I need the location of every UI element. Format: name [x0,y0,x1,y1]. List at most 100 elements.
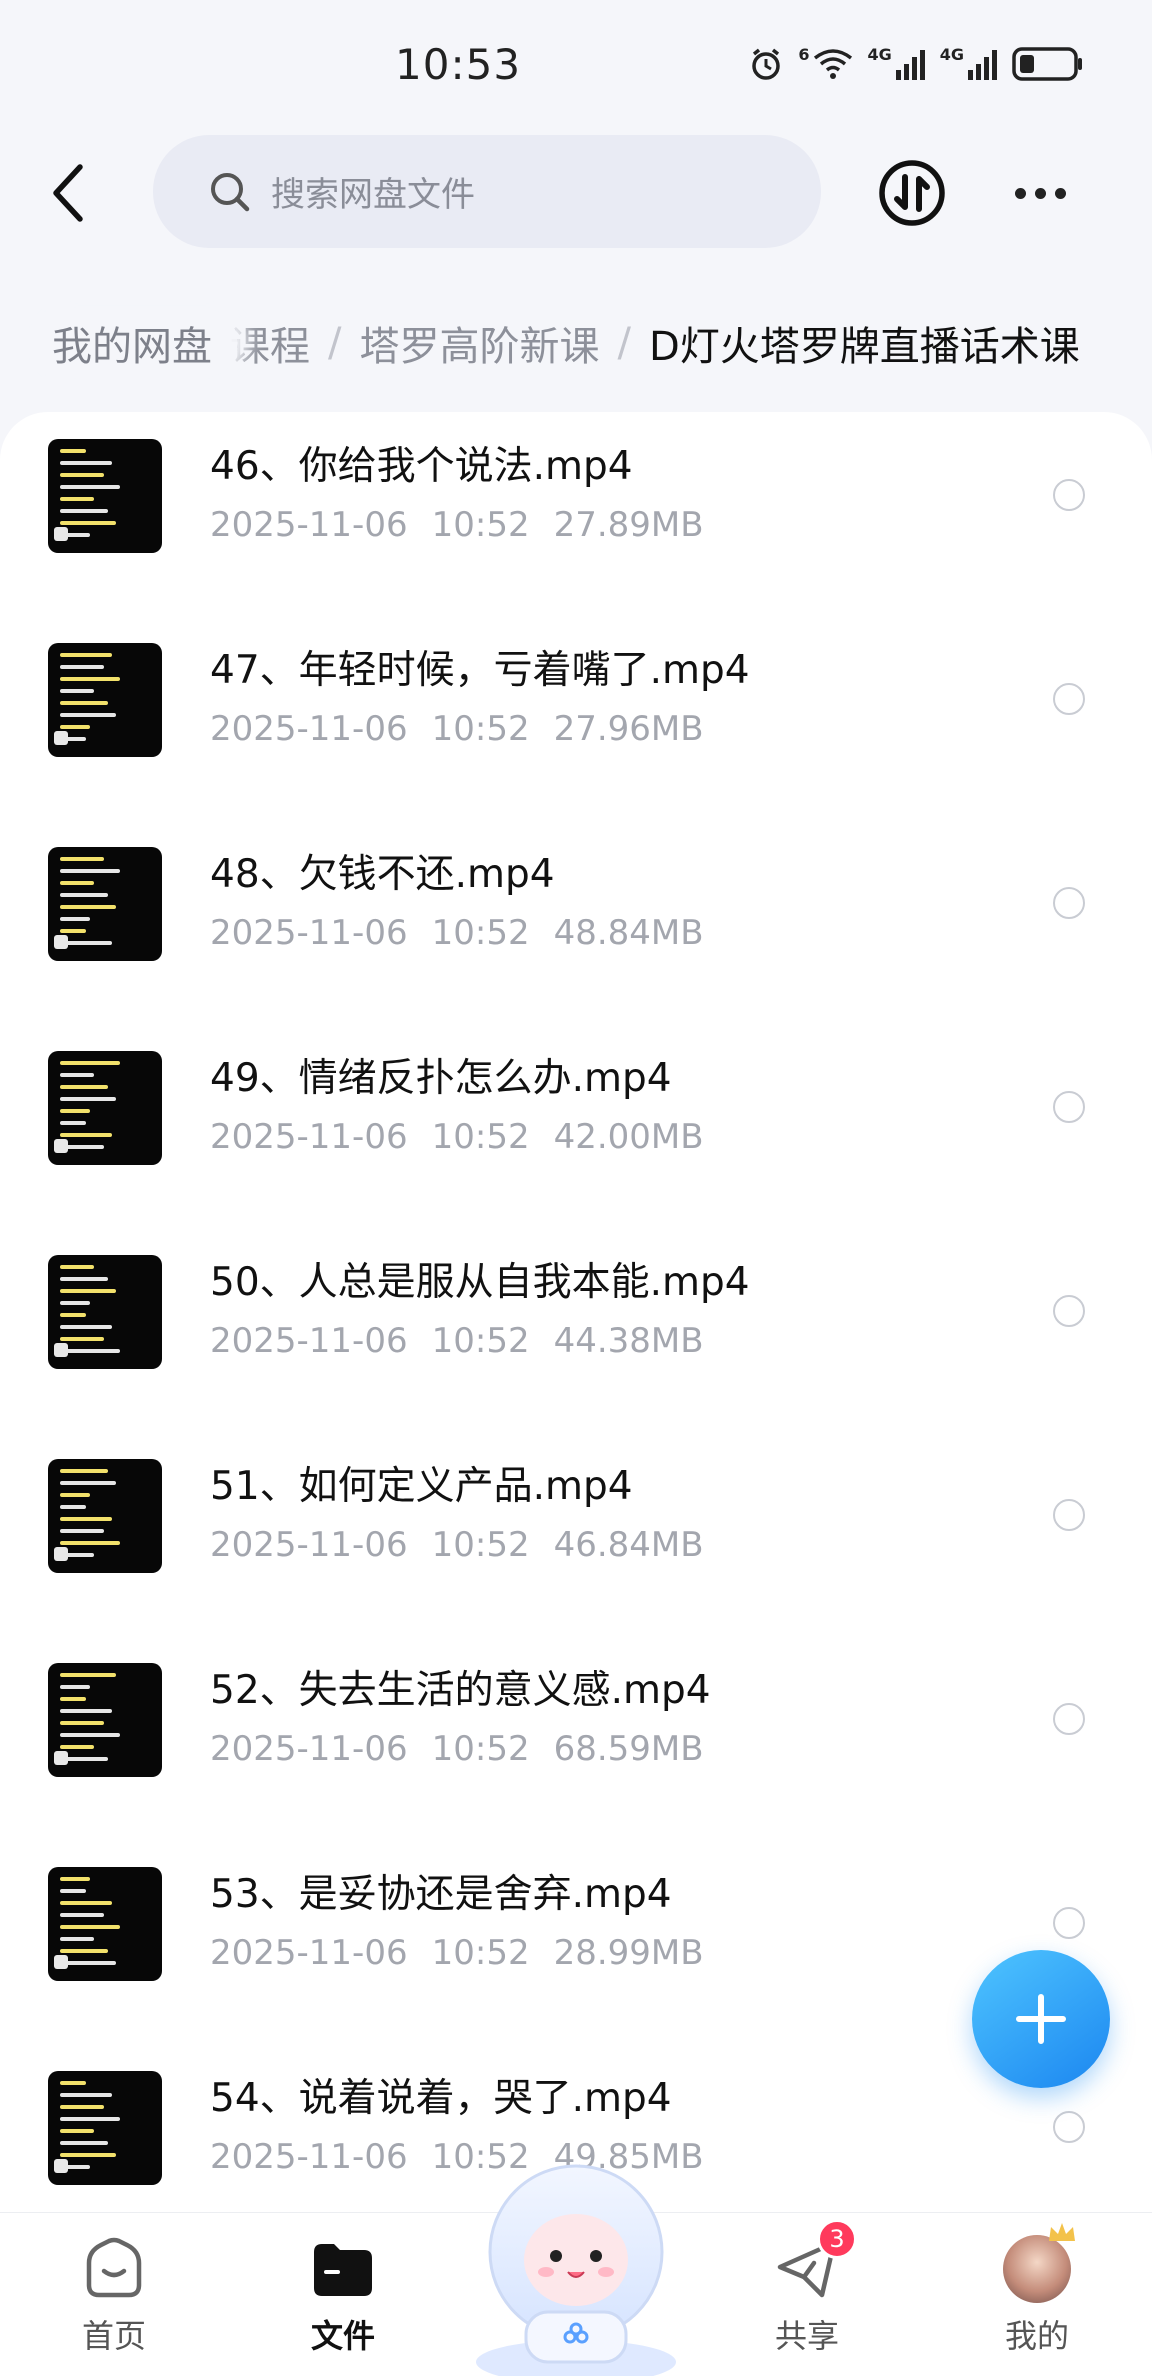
select-checkbox[interactable] [1053,1295,1085,1327]
file-meta: 2025-11-06 10:52 44.38MB [210,1321,704,1361]
file-row[interactable]: 50、人总是服从自我本能.mp4 2025-11-06 10:52 44.38MB [0,1243,1152,1447]
thumbnail-text-line [60,1109,90,1113]
file-size: 46.84MB [553,1525,704,1565]
folder-icon [307,2233,379,2305]
transfer-button[interactable] [877,158,947,228]
thumbnail-text-line [60,1349,120,1353]
video-thumbnail [48,1663,162,1777]
thumbnail-text-line [60,881,94,885]
file-row[interactable]: 48、欠钱不还.mp4 2025-11-06 10:52 48.84MB [0,835,1152,1039]
share-badge: 3 [817,2219,857,2259]
file-name: 48、欠钱不还.mp4 [210,852,555,897]
select-checkbox[interactable] [1053,1907,1085,1939]
thumbnail-dice [54,731,68,745]
file-size: 48.84MB [553,913,704,953]
status-time: 10:53 [395,40,522,89]
more-icon-dot [1014,187,1026,199]
status-bar: 10:53 6 4G 4G [0,0,1152,130]
nav-share[interactable]: 3 共享 [742,2219,872,2357]
nav-label-home: 首页 [81,2317,146,2355]
nav-me[interactable]: 我的 [972,2223,1102,2357]
select-checkbox[interactable] [1053,1091,1085,1123]
network-label-1: 4G [867,44,892,64]
file-meta: 2025-11-06 10:52 42.00MB [210,1117,704,1157]
file-row[interactable]: 47、年轻时候，亏着嘴了.mp4 2025-11-06 10:52 27.96MB [0,631,1152,835]
thumbnail-text-line [60,2081,86,2085]
nav-home[interactable]: 首页 [49,2233,179,2357]
share-plane-icon: 3 [771,2219,857,2305]
thumbnail-text-line [60,689,94,693]
file-name: 52、失去生活的意义感.mp4 [210,1668,711,1713]
thumbnail-text-line [60,1709,112,1713]
video-thumbnail [48,439,162,553]
status-icons: 6 4G 4G [748,44,1084,82]
thumbnail-text-line [60,1937,94,1941]
breadcrumb-item-middle[interactable]: 塔罗高阶新课 [359,314,599,372]
nav-files[interactable]: 文件 [278,2233,408,2357]
thumbnail-text-line [60,1301,90,1305]
file-time: 10:52 [431,1525,530,1565]
file-row[interactable]: 52、失去生活的意义感.mp4 2025-11-06 10:52 68.59MB [0,1651,1152,1855]
thumbnail-text-line [60,2105,104,2109]
thumbnail-text-line [60,1493,90,1497]
more-button[interactable] [1005,158,1075,228]
thumbnail-text-line [60,1529,104,1533]
breadcrumb-current: D灯火塔罗牌直播话术课 [648,324,1080,370]
thumbnail-dice [54,1751,68,1765]
file-meta: 2025-11-06 10:52 46.84MB [210,1525,704,1565]
select-checkbox[interactable] [1053,1703,1085,1735]
thumbnail-text-line [60,725,90,729]
select-checkbox[interactable] [1053,2111,1085,2143]
thumbnail-text-line [60,2141,108,2145]
file-date: 2025-11-06 [210,913,408,953]
thumbnail-text-line [60,1889,86,1893]
file-meta: 2025-11-06 10:52 27.89MB [210,505,704,545]
file-row[interactable]: 51、如何定义产品.mp4 2025-11-06 10:52 46.84MB [0,1447,1152,1651]
file-date: 2025-11-06 [210,2137,408,2177]
file-meta: 2025-11-06 10:52 48.84MB [210,913,704,953]
file-name: 51、如何定义产品.mp4 [210,1464,633,1509]
select-checkbox[interactable] [1053,683,1085,715]
search-input[interactable]: 搜索网盘文件 [153,135,821,248]
thumbnail-text-line [60,1289,116,1293]
wifi-label: 6 [798,44,810,64]
file-meta: 2025-11-06 10:52 27.96MB [210,709,704,749]
select-checkbox[interactable] [1053,479,1085,511]
file-time: 10:52 [431,913,530,953]
file-time: 10:52 [431,505,530,545]
breadcrumb-root[interactable]: 我的网盘 [26,308,238,378]
thumbnail-text-line [60,1901,112,1905]
thumbnail-text-line [60,1073,94,1077]
network-label-2: 4G [939,44,964,64]
file-date: 2025-11-06 [210,1729,408,1769]
add-button[interactable] [972,1950,1110,2088]
thumbnail-text-line [60,1733,120,1737]
mascot-icon[interactable] [466,2152,686,2376]
thumbnail-text-line [60,653,112,657]
file-row[interactable]: 46、你给我个说法.mp4 2025-11-06 10:52 27.89MB [0,427,1152,631]
thumbnail-text-line [60,1085,108,1089]
select-checkbox[interactable] [1053,1499,1085,1531]
file-size: 68.59MB [553,1729,704,1769]
breadcrumb-trail: 课程 / 塔罗高阶新课 / D灯火塔罗牌直播话术课 [230,314,1080,372]
thumbnail-text-line [60,1517,112,1521]
back-button[interactable] [40,158,96,228]
breadcrumb-item-course[interactable]: 课程 [230,314,310,372]
alarm-icon [748,46,784,82]
thumbnail-text-line [60,1313,86,1317]
thumbnail-dice [54,1139,68,1153]
select-checkbox[interactable] [1053,887,1085,919]
thumbnail-text-line [60,1097,116,1101]
transfer-icon [879,160,945,226]
thumbnail-text-line [60,1469,108,1473]
file-name: 50、人总是服从自我本能.mp4 [210,1260,750,1305]
video-thumbnail [48,1255,162,1369]
file-name: 46、你给我个说法.mp4 [210,444,633,489]
more-icon-dot [1054,187,1066,199]
thumbnail-text-line [60,1277,108,1281]
file-row[interactable]: 49、情绪反扑怎么办.mp4 2025-11-06 10:52 42.00MB [0,1039,1152,1243]
crown-icon [1049,2223,1075,2241]
file-date: 2025-11-06 [210,1321,408,1361]
thumbnail-dice [54,1343,68,1357]
avatar-wrap [1001,2223,1075,2305]
